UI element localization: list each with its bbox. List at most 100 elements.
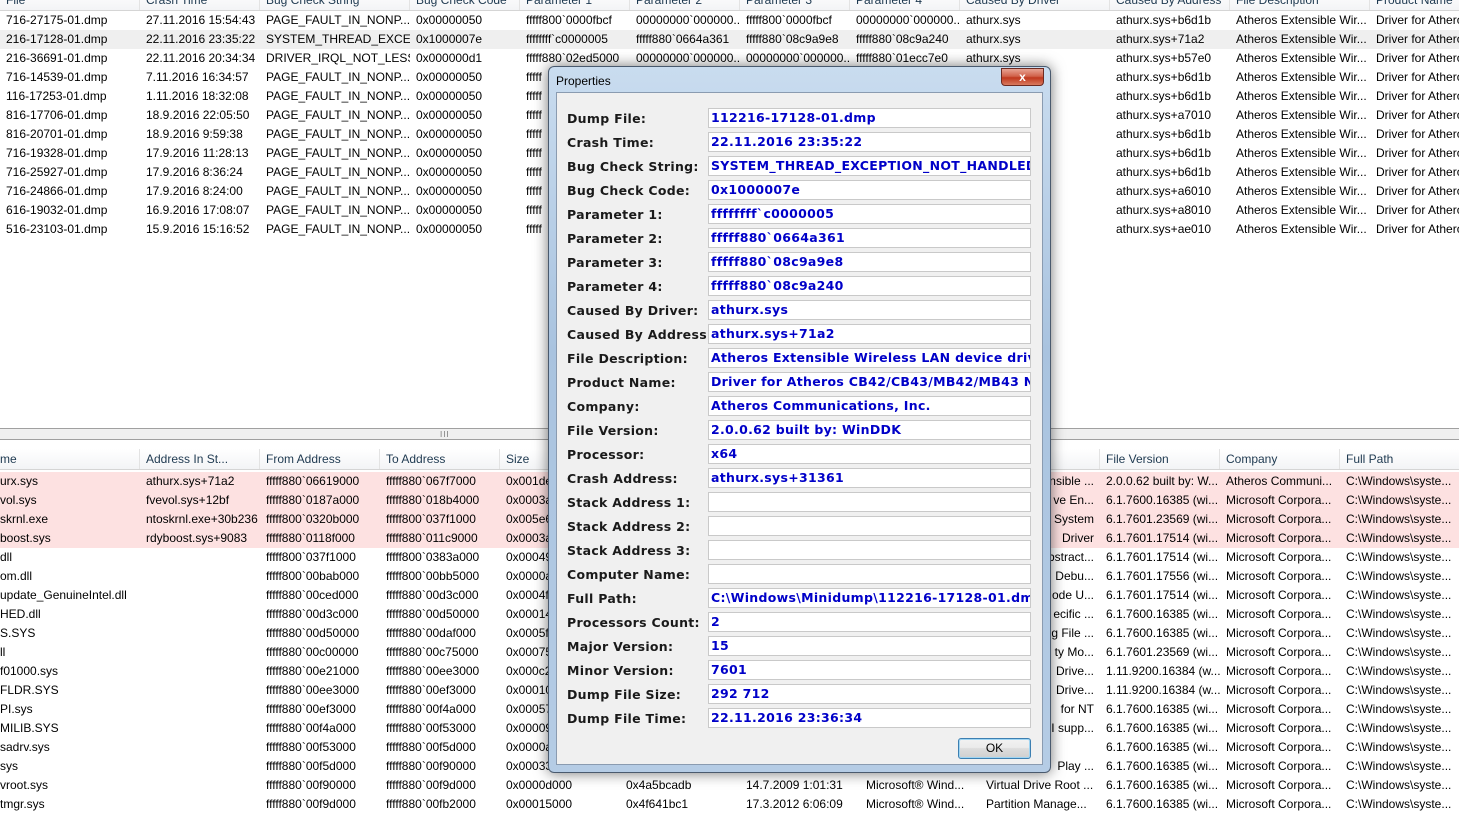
table-cell: fffff880`00d3c000	[266, 607, 359, 621]
property-row: Parameter 2: fffff880`0664a361	[557, 228, 1042, 252]
table-cell: dll	[0, 550, 13, 564]
property-value-field[interactable]: C:\Windows\Minidump\112216-17128-01.dmp	[708, 588, 1031, 608]
table-cell: 6.1.7600.16385 (wi...	[1106, 721, 1219, 735]
property-value-field[interactable]: 22.11.2016 23:36:34	[708, 708, 1031, 728]
column-header[interactable]: File Version	[1100, 449, 1220, 469]
table-cell: 00000000`000000...	[636, 13, 740, 27]
table-row[interactable]: 716-27175-01.dmp 27.11.2016 15:54:43 PAGE_…	[0, 11, 1459, 30]
property-value-field[interactable]: Atheros Communications, Inc.	[708, 396, 1031, 416]
column-header[interactable]: Company	[1220, 449, 1340, 469]
property-value-field[interactable]: 2.0.0.62 built by: WinDDK	[708, 420, 1031, 440]
table-cell: tmgr.sys	[0, 797, 45, 811]
property-value-field[interactable]	[708, 516, 1031, 536]
table-cell: fffff880`00c00000	[266, 645, 359, 659]
column-header[interactable]: File Description	[1230, 0, 1370, 10]
table-cell: 6.1.7600.16385 (wi...	[1106, 493, 1219, 507]
property-value-field[interactable]	[708, 564, 1031, 584]
property-value-field[interactable]: Atheros Extensible Wireless LAN device d…	[708, 348, 1031, 368]
table-row[interactable]: vroot.sys fffff880`00f90000 fffff880`00f9d…	[0, 776, 1459, 795]
property-value-field[interactable]: 15	[708, 636, 1031, 656]
table-cell	[140, 738, 260, 757]
table-cell: athurx.sys+b6d1b	[1116, 89, 1212, 103]
property-value-field[interactable]: SYSTEM_THREAD_EXCEPTION_NOT_HANDLED	[708, 156, 1031, 176]
table-cell: Atheros Extensible Wir...	[1236, 13, 1367, 27]
property-row: Parameter 4: fffff880`08c9a240	[557, 276, 1042, 300]
column-header[interactable]: Caused By Address	[1110, 0, 1230, 10]
table-cell: Microsoft Corpora...	[1226, 512, 1332, 526]
column-header[interactable]: From Address	[260, 449, 380, 469]
table-cell: 0x4a5bcadb	[626, 778, 692, 792]
table-cell	[140, 700, 260, 719]
property-label: Major Version:	[567, 639, 674, 654]
table-row[interactable]: 216-17128-01.dmp 22.11.2016 23:35:22 SYSTE…	[0, 30, 1459, 49]
column-header[interactable]: Full Path	[1340, 449, 1459, 469]
property-value-field[interactable]: athurx.sys+31361	[708, 468, 1031, 488]
table-cell: Microsoft Corpora...	[1226, 702, 1332, 716]
ok-button[interactable]: OK	[958, 738, 1031, 759]
property-label: Bug Check String:	[567, 159, 699, 174]
property-value-field[interactable]: fffff880`0664a361	[708, 228, 1031, 248]
property-value-field[interactable]: 0x1000007e	[708, 180, 1031, 200]
table-cell: athurx.sys+b6d1b	[1116, 165, 1212, 179]
table-cell: 216-17128-01.dmp	[6, 32, 108, 46]
column-header[interactable]: Address In St...	[140, 449, 260, 469]
table-cell: 0x00000050	[416, 108, 483, 122]
splitter-grip-icon[interactable]: III	[440, 430, 450, 439]
property-value-field[interactable]: fffff880`08c9a9e8	[708, 252, 1031, 272]
property-row: Processors Count: 2	[557, 612, 1042, 636]
table-cell: 716-27175-01.dmp	[6, 13, 108, 27]
property-value-field[interactable]: Driver for Atheros CB42/CB43/MB42/MB43 N…	[708, 372, 1031, 392]
column-header[interactable]: Crash Time	[140, 0, 260, 10]
column-header[interactable]: Product Name	[1370, 0, 1459, 10]
property-value-field[interactable]: fffff880`08c9a240	[708, 276, 1031, 296]
table-cell: C:\Windows\syste...	[1346, 702, 1452, 716]
table-cell: C:\Windows\syste...	[1346, 645, 1452, 659]
table-cell: Driver for Athero	[1376, 70, 1459, 84]
column-header[interactable]: Caused By Driver	[960, 0, 1110, 10]
property-value-field[interactable]	[708, 492, 1031, 512]
column-header[interactable]: Parameter 2	[630, 0, 740, 10]
table-cell: fffff880`00f4a000	[386, 702, 476, 716]
property-value-field[interactable]: 292 712	[708, 684, 1031, 704]
property-row: Minor Version: 7601	[557, 660, 1042, 684]
property-value-field[interactable]: ffffffff`c0000005	[708, 204, 1031, 224]
column-header[interactable]: To Address	[380, 449, 500, 469]
property-value-field[interactable]: 112216-17128-01.dmp	[708, 108, 1031, 128]
column-header[interactable]: me	[0, 449, 140, 469]
dialog-title: Properties	[556, 74, 611, 88]
table-cell	[140, 776, 260, 795]
property-label: Parameter 2:	[567, 231, 663, 246]
table-cell: 716-24866-01.dmp	[6, 184, 108, 198]
table-cell: Driver for Athero	[1376, 146, 1459, 160]
column-header[interactable]: Parameter 3	[740, 0, 850, 10]
table-cell: 716-25927-01.dmp	[6, 165, 108, 179]
property-value-field[interactable]: athurx.sys	[708, 300, 1031, 320]
table-cell: Driver for Athero	[1376, 203, 1459, 217]
column-header[interactable]: Parameter 4	[850, 0, 960, 10]
close-button[interactable]: x	[1001, 68, 1044, 86]
table-cell: fffff800`0383a000	[386, 550, 480, 564]
column-header[interactable]: File	[0, 0, 140, 10]
property-value-field[interactable]: 22.11.2016 23:35:22	[708, 132, 1031, 152]
table-cell: f01000.sys	[0, 664, 59, 678]
property-value-field[interactable]: 2	[708, 612, 1031, 632]
table-cell: 516-23103-01.dmp	[6, 222, 108, 236]
table-cell	[140, 719, 260, 738]
table-cell: Driver for Athero	[1376, 165, 1459, 179]
table-cell: 0x000000d1	[416, 51, 483, 65]
property-value-field[interactable]: athurx.sys+71a2	[708, 324, 1031, 344]
table-cell: vroot.sys	[0, 778, 49, 792]
column-header[interactable]: Bug Check Code	[410, 0, 520, 10]
property-value-field[interactable]: 7601	[708, 660, 1031, 680]
crash-list-header: File Crash Time Bug Check String Bug Check …	[0, 0, 1459, 11]
table-cell: fffff800`037f1000	[386, 512, 476, 526]
table-row[interactable]: tmgr.sys fffff880`00f9d000 fffff880`00fb20…	[0, 795, 1459, 814]
property-value-field[interactable]: x64	[708, 444, 1031, 464]
property-label: Parameter 3:	[567, 255, 663, 270]
table-cell	[140, 681, 260, 700]
column-header[interactable]: Bug Check String	[260, 0, 410, 10]
column-header[interactable]: Parameter 1	[520, 0, 630, 10]
table-cell: Microsoft Corpora...	[1226, 531, 1332, 545]
table-cell: fffff800`0000fbcf	[746, 13, 832, 27]
property-value-field[interactable]	[708, 540, 1031, 560]
